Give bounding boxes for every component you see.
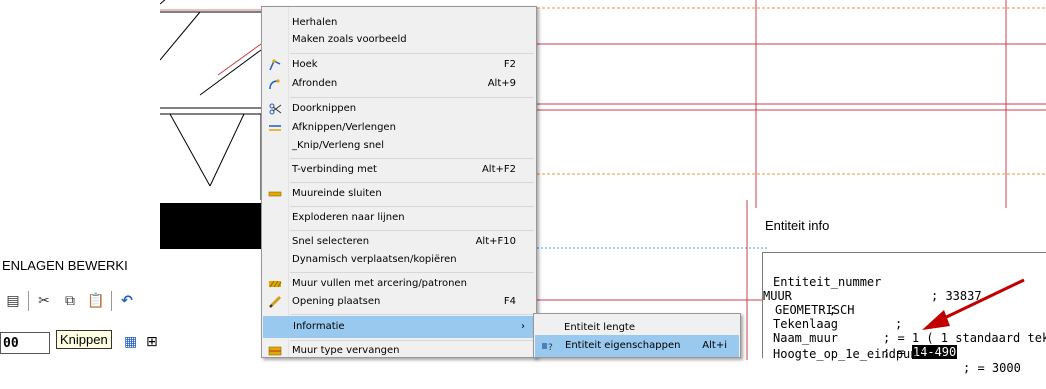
annotation-arrow-icon bbox=[922, 278, 1025, 330]
menu-item-label: Doorknippen bbox=[292, 103, 357, 114]
menu-item-label: Muureinde sluiten bbox=[292, 188, 382, 199]
menu-item-label: Maken zoals voorbeeld bbox=[292, 34, 407, 45]
cad-black-slab bbox=[160, 203, 261, 249]
menu-item-label: Muur type vervangen bbox=[292, 345, 400, 356]
undo-icon[interactable]: ↶ bbox=[116, 290, 138, 312]
number-field[interactable]: 00 bbox=[0, 332, 50, 354]
hatch-icon bbox=[269, 280, 282, 288]
menu-item-label: Entiteit eigenschappen bbox=[565, 340, 681, 351]
properties-icon: ? bbox=[542, 343, 553, 353]
menu-item-dynamisch-verplaatsen[interactable]: Dynamisch verplaatsen/kopiëren bbox=[262, 249, 536, 271]
paste-icon[interactable]: 📋 bbox=[85, 290, 107, 312]
menu-item-muureinde-sluiten[interactable]: Muureinde sluiten bbox=[262, 183, 536, 205]
menu-separator bbox=[290, 314, 534, 315]
menu-item-label: Hoek bbox=[292, 59, 318, 70]
menu-item-label: Snel selecteren bbox=[292, 236, 370, 247]
toolbar-separator bbox=[111, 291, 112, 311]
copy-icon[interactable]: ⧉ bbox=[59, 290, 81, 312]
menu-item-shortcut: Alt+F2 bbox=[481, 164, 516, 175]
wall-end-icon bbox=[268, 191, 282, 197]
submenu-informatie: Entiteit lengte ? Entiteit eigenschappen… bbox=[533, 313, 741, 358]
corner-icon bbox=[269, 59, 281, 71]
menu-item-label: Muur vullen met arcering/patronen bbox=[292, 278, 467, 289]
menu-item-t-verbinding[interactable]: T-verbinding met Alt+F2 bbox=[262, 159, 536, 181]
entity-key: Hoogte_op_1e_eindpunt bbox=[773, 347, 925, 361]
menu-item-shortcut: F2 bbox=[503, 59, 516, 70]
menu-item-label: T-verbinding met bbox=[292, 164, 377, 175]
grid-icon[interactable]: ▦ bbox=[124, 334, 137, 350]
wall-type-icon bbox=[268, 346, 282, 356]
menu-item-label: Entiteit lengte bbox=[564, 322, 635, 333]
print-icon[interactable]: ▤ bbox=[2, 290, 24, 312]
pencil-icon bbox=[268, 295, 282, 309]
tooltip-cut: Knippen bbox=[56, 330, 112, 349]
trim-extend-icon bbox=[269, 125, 281, 131]
menu-item-shortcut: Alt+i bbox=[702, 340, 727, 351]
menu-item-afronden[interactable]: Afronden Alt+9 bbox=[262, 73, 536, 95]
svg-text:?: ? bbox=[548, 343, 553, 353]
menu-item-maken-zoals[interactable]: Maken zoals voorbeeld bbox=[262, 29, 536, 51]
entity-info-title: Entiteit info bbox=[765, 218, 830, 233]
menu-item-informatie[interactable]: Informatie › bbox=[263, 316, 535, 338]
menu-item-shortcut: Alt+F10 bbox=[475, 236, 516, 247]
fillet-icon bbox=[269, 79, 280, 90]
toolbar: ▤ ✂ ⧉ 📋 ↶ bbox=[0, 286, 160, 316]
menu-item-label: Afknippen/Verlengen bbox=[292, 122, 396, 133]
menu-item-shortcut: Alt+9 bbox=[487, 78, 516, 89]
menu-item-label: _Knip/Verleng snel bbox=[292, 140, 384, 151]
entity-value: ; = 3000 bbox=[963, 361, 1021, 375]
menu-item-label: Dynamisch verplaatsen/kopiëren bbox=[292, 254, 457, 265]
menu-item-label: Informatie bbox=[293, 321, 345, 332]
submenu-arrow-icon: › bbox=[521, 321, 525, 332]
scissors-icon bbox=[269, 103, 282, 115]
menu-item-exploderen[interactable]: Exploderen naar lijnen bbox=[262, 207, 536, 229]
menu-item-knip-verleng-snel[interactable]: _Knip/Verleng snel bbox=[262, 135, 536, 157]
menu-item-opening-plaatsen[interactable]: Opening plaatsen F4 bbox=[262, 291, 536, 313]
menu-item-label: Exploderen naar lijnen bbox=[292, 212, 405, 223]
toolbar-separator bbox=[28, 291, 29, 311]
menu-item-shortcut: F4 bbox=[503, 296, 516, 307]
menu-item-muur-type-vervangen[interactable]: Muur type vervangen bbox=[262, 340, 536, 362]
submenu-item-entiteit-eigenschappen[interactable]: ? Entiteit eigenschappen Alt+i bbox=[535, 335, 739, 357]
cut-icon[interactable]: ✂ bbox=[33, 290, 55, 312]
menu-item-label: Afronden bbox=[292, 78, 338, 89]
context-menu: Herhalen Maken zoals voorbeeld Hoek F2 A… bbox=[261, 6, 537, 358]
field-row: 00 Knippen ▦ ⊞ bbox=[0, 330, 160, 358]
menubar[interactable]: ENLAGEN BEWERKI bbox=[2, 258, 128, 273]
table-icon[interactable]: ⊞ bbox=[146, 334, 158, 350]
menu-item-label: Opening plaatsen bbox=[292, 296, 381, 307]
menu-item-label: Herhalen bbox=[292, 17, 338, 28]
